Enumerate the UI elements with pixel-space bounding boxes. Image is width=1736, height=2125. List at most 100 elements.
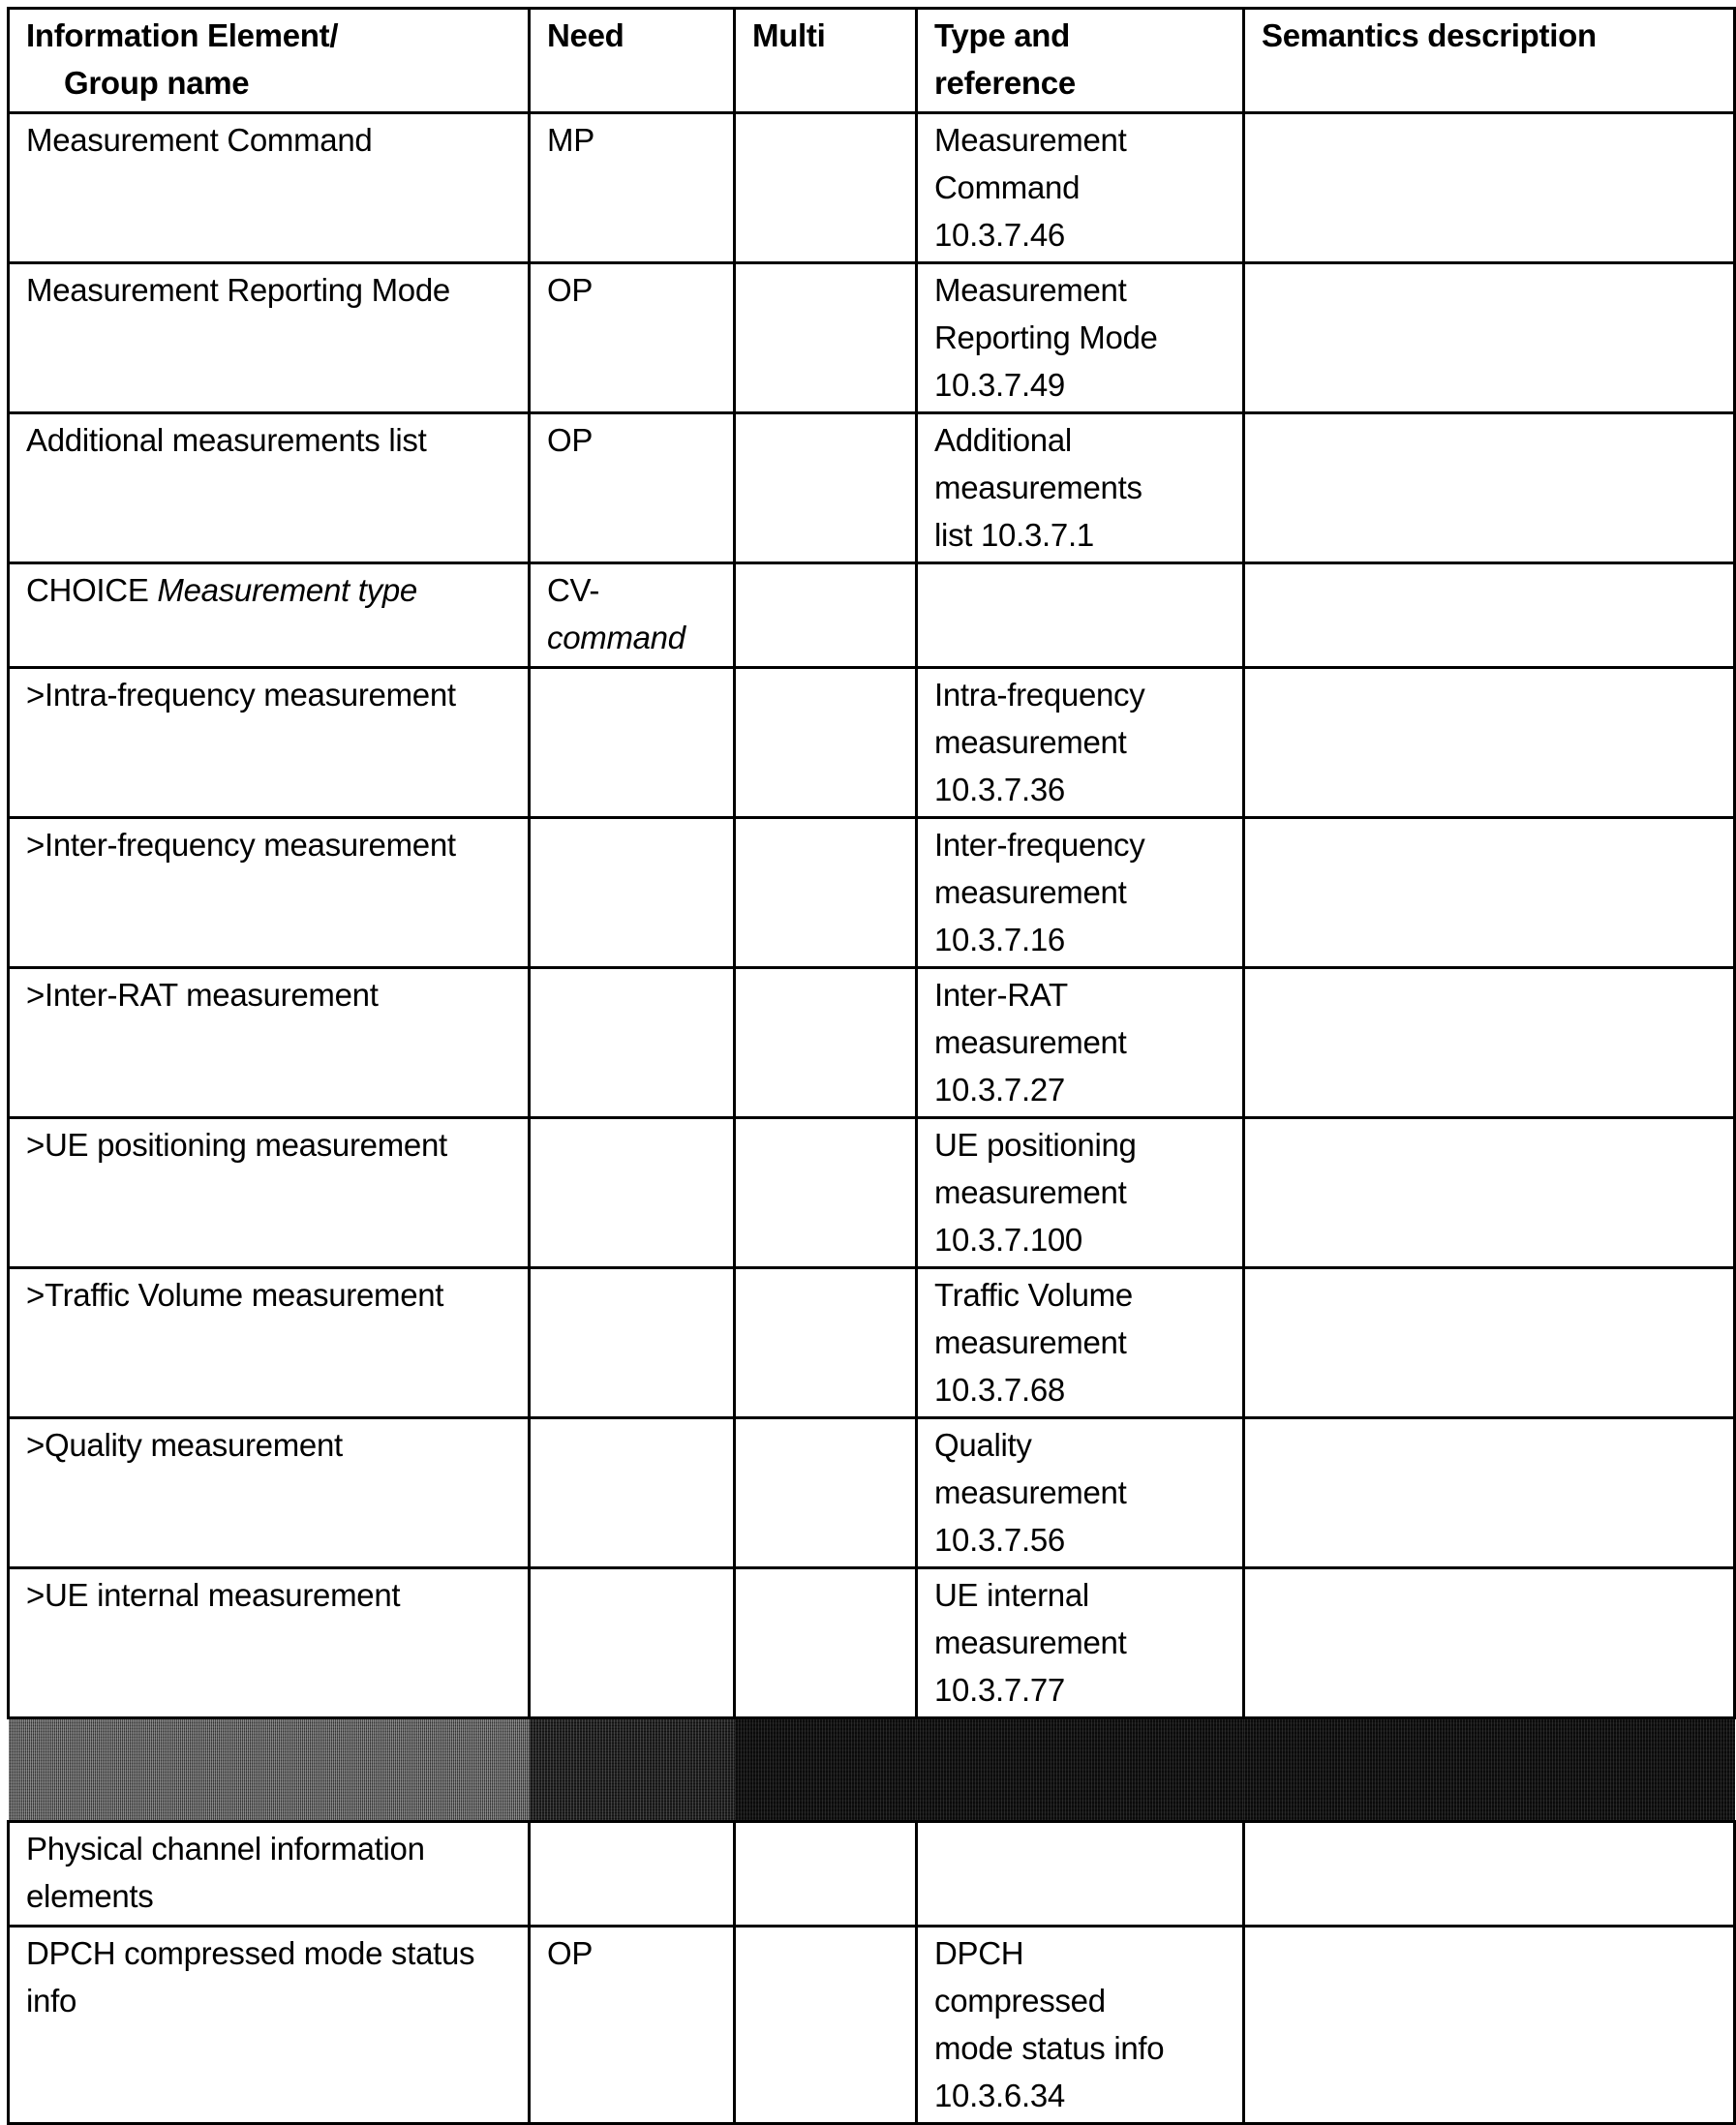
cell-multi [733, 1566, 918, 1719]
information-element-table: Information Element/ Group name Need Mul… [7, 7, 1736, 2125]
header-type-line2: reference [934, 65, 1076, 101]
cell-need [528, 1820, 736, 1928]
section-heading-physical-channel: Physical channel information elements [7, 1820, 531, 1928]
type-line: DPCH [934, 1935, 1024, 1971]
cell-multi [733, 1925, 918, 2125]
cell-multi [733, 1116, 918, 1269]
cell-semantics [1242, 1266, 1736, 1419]
cell-multi [733, 1820, 918, 1928]
cell-type-reference: Measurement Command 10.3.7.46 [915, 111, 1245, 264]
header-element-line1: Information Element/ [26, 17, 339, 53]
type-line: Measurement [934, 122, 1127, 158]
cell-semantics [1242, 1566, 1736, 1719]
table-row-redacted [8, 1716, 1735, 1823]
type-line: measurement [934, 1174, 1127, 1210]
table-row: >Traffic Volume measurement Traffic Volu… [7, 1266, 1736, 1419]
table-row: >Quality measurement Quality measurement… [7, 1416, 1736, 1569]
type-line: 10.3.7.100 [934, 1222, 1082, 1258]
cell-element: >Inter-RAT measurement [7, 966, 531, 1119]
cell-semantics [1242, 562, 1736, 669]
cell-semantics [1242, 261, 1736, 414]
type-line: Inter-RAT [934, 977, 1068, 1013]
cell-multi [733, 666, 918, 819]
cell-type-reference: Additional measurements list 10.3.7.1 [915, 411, 1245, 564]
cell-multi [733, 111, 918, 264]
type-line: Intra-frequency [934, 677, 1145, 713]
type-line: mode status info [934, 2030, 1165, 2066]
table-row: >UE positioning measurement UE positioni… [7, 1116, 1736, 1269]
type-line: compressed [934, 1983, 1106, 2019]
type-line: measurement [934, 1474, 1127, 1510]
cell-element: Measurement Reporting Mode [7, 261, 531, 414]
redacted-cell [529, 1716, 735, 1823]
cell-type-reference: Quality measurement 10.3.7.56 [915, 1416, 1245, 1569]
cell-need: OP [528, 411, 736, 564]
type-line: Quality [934, 1427, 1032, 1463]
type-line: Measurement [934, 272, 1127, 308]
cell-semantics [1242, 1820, 1736, 1928]
cell-type-reference: Measurement Reporting Mode 10.3.7.49 [915, 261, 1245, 414]
type-line: Additional [934, 422, 1072, 458]
cell-semantics [1242, 1416, 1736, 1569]
cell-type-reference: Intra-frequency measurement 10.3.7.36 [915, 666, 1245, 819]
header-type-and-reference: Type and reference [915, 7, 1245, 114]
table-row: >UE internal measurement UE internal mea… [7, 1566, 1736, 1719]
cell-type-reference: Inter-RAT measurement 10.3.7.27 [915, 966, 1245, 1119]
table-row: Measurement Reporting Mode OP Measuremen… [7, 261, 1736, 414]
type-line: 10.3.7.49 [934, 367, 1065, 403]
table-row: >Intra-frequency measurement Intra-frequ… [7, 666, 1736, 819]
cell-type-reference: Traffic Volume measurement 10.3.7.68 [915, 1266, 1245, 1419]
cell-multi [733, 1266, 918, 1419]
redacted-cell [8, 1716, 530, 1823]
type-line: list 10.3.7.1 [934, 517, 1094, 553]
cell-need: OP [528, 261, 736, 414]
type-line: measurements [934, 470, 1142, 505]
table-row: >Inter-frequency measurement Inter-frequ… [7, 816, 1736, 969]
type-line: Reporting Mode [934, 319, 1158, 355]
table-row-section-heading: Physical channel information elements [7, 1820, 1736, 1928]
cell-multi [733, 562, 918, 669]
header-type-line1: Type and [934, 17, 1071, 53]
type-line: 10.3.7.68 [934, 1372, 1065, 1408]
type-line: UE positioning [934, 1127, 1137, 1163]
cell-need [528, 816, 736, 969]
type-line: measurement [934, 1624, 1127, 1660]
cell-element: >Inter-frequency measurement [7, 816, 531, 969]
cell-semantics [1242, 411, 1736, 564]
cell-type-reference: Inter-frequency measurement 10.3.7.16 [915, 816, 1245, 969]
type-line: Traffic Volume [934, 1277, 1133, 1313]
table-row: >Inter-RAT measurement Inter-RAT measure… [7, 966, 1736, 1119]
cell-need [528, 966, 736, 1119]
header-element-line2: Group name [64, 65, 250, 101]
table-row: DPCH compressed mode status info OP DPCH… [7, 1925, 1736, 2125]
need-line2: command [547, 620, 685, 655]
cell-semantics [1242, 111, 1736, 264]
cell-element: >Traffic Volume measurement [7, 1266, 531, 1419]
cell-multi [733, 411, 918, 564]
cell-multi [733, 966, 918, 1119]
choice-name: Measurement type [157, 572, 417, 608]
need-line1: CV- [547, 572, 600, 608]
cell-need: MP [528, 111, 736, 264]
type-line: Command [934, 169, 1081, 205]
cell-multi [733, 816, 918, 969]
cell-element: >UE positioning measurement [7, 1116, 531, 1269]
cell-semantics [1242, 666, 1736, 819]
type-line: measurement [934, 1324, 1127, 1360]
type-line: Inter-frequency [934, 827, 1145, 863]
type-line: 10.3.7.56 [934, 1522, 1065, 1558]
header-need: Need [528, 7, 736, 114]
cell-need [528, 1416, 736, 1569]
cell-need: CV- command [528, 562, 736, 669]
type-line: measurement [934, 724, 1127, 760]
cell-element: >UE internal measurement [7, 1566, 531, 1719]
cell-semantics [1242, 1925, 1736, 2125]
table-row-choice: CHOICE Measurement type CV- command [7, 562, 1736, 669]
cell-semantics [1242, 1116, 1736, 1269]
cell-element: Additional measurements list [7, 411, 531, 564]
cell-need [528, 1566, 736, 1719]
cell-multi [733, 1416, 918, 1569]
cell-type-reference [915, 562, 1245, 669]
header-semantics-description: Semantics description [1242, 7, 1736, 114]
type-line: measurement [934, 874, 1127, 910]
